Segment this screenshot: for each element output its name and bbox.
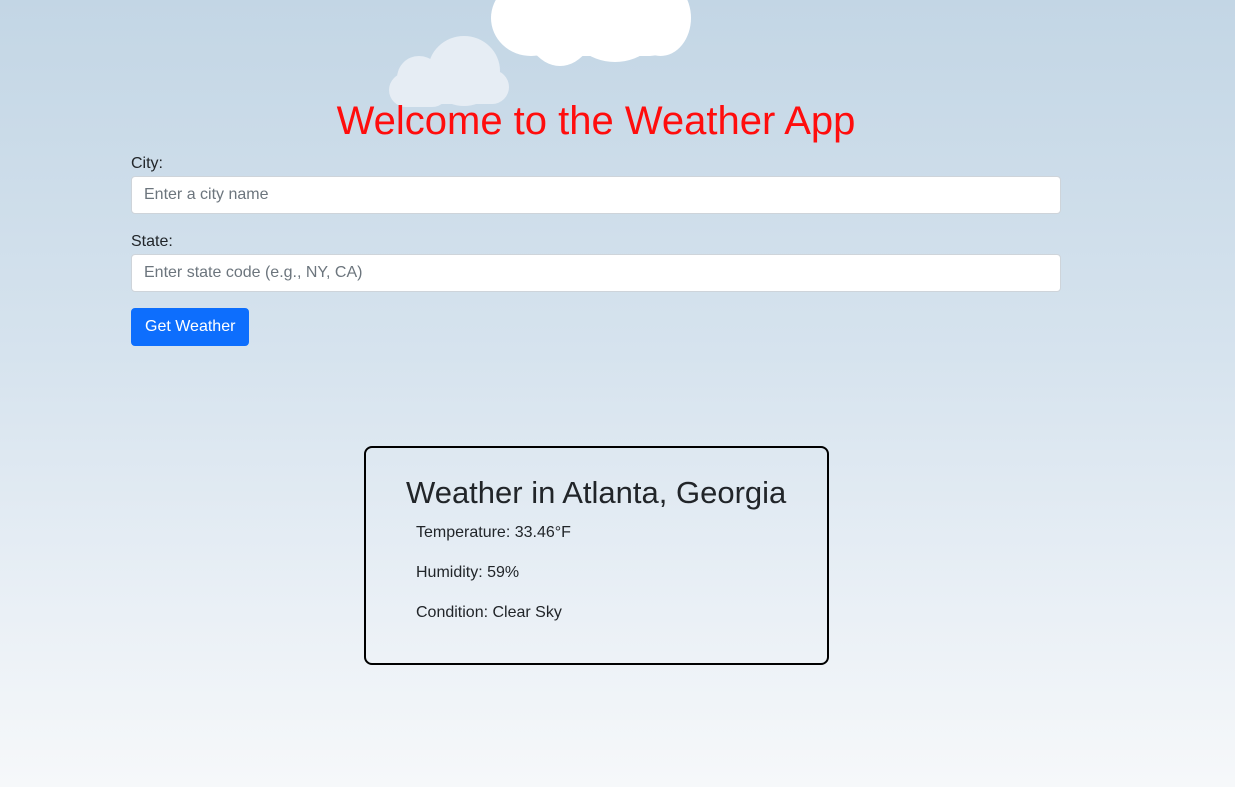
- state-label: State:: [131, 233, 173, 250]
- humidity-text: Humidity: 59%: [416, 564, 520, 581]
- get-weather-button[interactable]: Get Weather: [131, 308, 250, 346]
- city-label: City:: [131, 155, 163, 172]
- weather-form: City: State: Get Weather: [131, 154, 1061, 346]
- temperature-text: Temperature: 33.46°F: [416, 524, 571, 541]
- city-field-group: City:: [131, 154, 1061, 214]
- state-field-group: State:: [131, 232, 1061, 292]
- weather-result-card: Weather in Atlanta, Georgia Temperature:…: [364, 446, 829, 665]
- condition-text: Condition: Clear Sky: [416, 604, 562, 621]
- city-input[interactable]: [131, 176, 1061, 214]
- weather-result-title: Weather in Atlanta, Georgia: [406, 475, 787, 510]
- page-title: Welcome to the Weather App: [336, 99, 856, 143]
- state-input[interactable]: [131, 254, 1061, 292]
